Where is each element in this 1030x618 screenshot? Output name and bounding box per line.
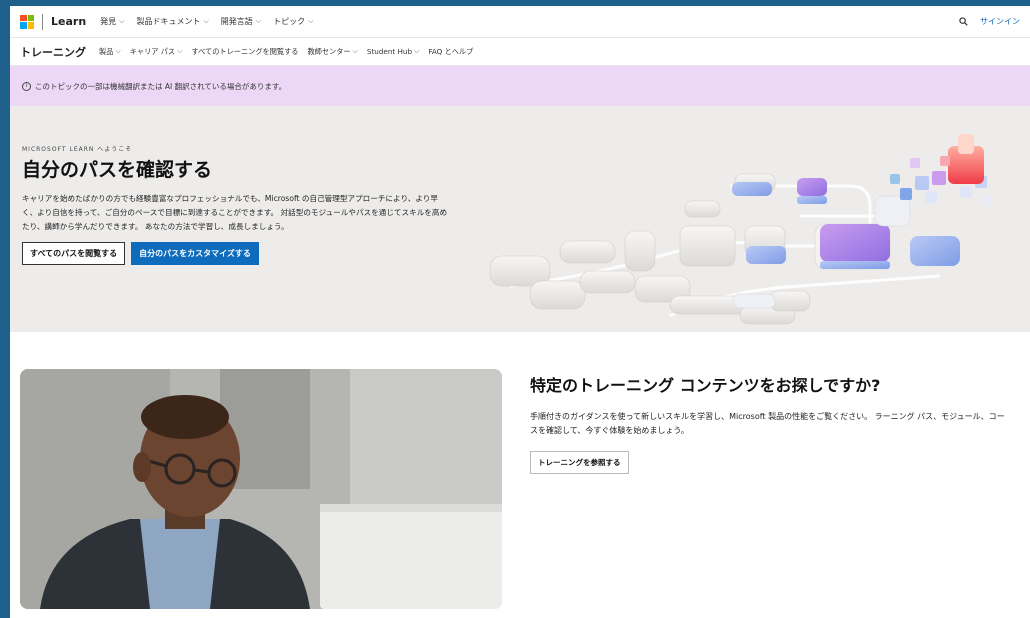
promo-title: 特定のトレーニング コンテンツをお探しですか?	[530, 376, 881, 395]
hero-body: キャリアを始めたばかりの方でも経験豊富なプロフェッショナルでも、Microsof…	[22, 194, 448, 231]
subnav-products[interactable]: 製品 ⌵	[99, 47, 121, 57]
learner-photo	[20, 369, 502, 609]
hero-eyebrow: MICROSOFT LEARN へようこそ	[22, 146, 133, 153]
subnav-browse-all[interactable]: すべてのトレーニングを閲覧する	[191, 47, 298, 57]
sign-in-link[interactable]: サインイン	[980, 16, 1020, 27]
chevron-down-icon: ⌵	[308, 17, 314, 25]
customize-path-button[interactable]: 自分のパスをカスタマイズする	[131, 242, 259, 265]
info-icon: i	[22, 81, 31, 91]
browse-training-button[interactable]: トレーニングを参照する	[530, 451, 629, 474]
browser-page: Learn 発見 ⌵ 製品ドキュメント ⌵ 開発言語 ⌵ トピック ⌵ サインイ…	[10, 6, 1030, 618]
subnav-career-paths[interactable]: キャリア パス ⌵	[130, 47, 183, 57]
nav-discover[interactable]: 発見 ⌵	[100, 16, 124, 27]
chevron-down-icon: ⌵	[115, 47, 121, 55]
subnav-faq-help[interactable]: FAQ とヘルプ	[428, 47, 473, 57]
hero-path-illustration	[489, 134, 992, 325]
chevron-down-icon: ⌵	[414, 47, 420, 55]
chevron-down-icon: ⌵	[352, 47, 358, 55]
subnav-educator-center[interactable]: 教師センター ⌵	[307, 47, 357, 57]
chevron-down-icon: ⌵	[255, 17, 262, 25]
translation-notice-text: このトピックの一部は機械翻訳または AI 翻訳されている場合があります。	[35, 81, 287, 91]
hero-section: MICROSOFT LEARN へようこそ 自分のパスを確認する キャリアを始め…	[10, 106, 1030, 332]
chevron-down-icon: ⌵	[203, 17, 209, 25]
promo-body: 手順付きのガイダンスを使って新しいスキルを学習し、Microsoft 製品の性能…	[530, 412, 1005, 435]
training-nav-title[interactable]: トレーニング	[20, 44, 86, 60]
subnav-student-hub-label: Student Hub	[366, 47, 413, 56]
global-nav: 発見 ⌵ 製品ドキュメント ⌵ 開発言語 ⌵ トピック ⌵	[100, 16, 313, 27]
learn-brand-link[interactable]: Learn	[51, 15, 86, 28]
nav-dev-languages[interactable]: 開発言語 ⌵	[221, 16, 261, 27]
hero-buttons: すべてのパスを閲覧する 自分のパスをカスタマイズする	[22, 242, 452, 265]
microsoft-logo[interactable]	[20, 14, 34, 29]
nav-topics[interactable]: トピック ⌵	[273, 16, 313, 27]
nav-product-docs-label: 製品ドキュメント	[136, 17, 201, 26]
subnav-educator-center-label: 教師センター	[307, 46, 351, 56]
subnav-products-label: 製品	[99, 46, 114, 56]
hero-title: 自分のパスを確認する	[22, 159, 213, 181]
nav-topics-label: トピック	[273, 17, 306, 26]
chevron-down-icon: ⌵	[177, 47, 183, 55]
header-divider	[42, 13, 43, 30]
nav-dev-languages-label: 開発言語	[220, 17, 253, 26]
hero-text: MICROSOFT LEARN へようこそ 自分のパスを確認する キャリアを始め…	[22, 144, 452, 265]
browse-all-paths-button[interactable]: すべてのパスを閲覧する	[22, 242, 126, 265]
training-nav: トレーニング 製品 ⌵ キャリア パス ⌵ すべてのトレーニングを閲覧する 教師…	[10, 38, 1030, 66]
chevron-down-icon: ⌵	[119, 17, 125, 25]
subnav-faq-help-label: FAQ とヘルプ	[428, 46, 474, 56]
subnav-browse-all-label: すべてのトレーニングを閲覧する	[191, 46, 299, 56]
translation-notice: i このトピックの一部は機械翻訳または AI 翻訳されている場合があります。	[10, 66, 1030, 106]
content-section: 特定のトレーニング コンテンツをお探しですか? 手順付きのガイダンスを使って新し…	[10, 332, 1030, 618]
nav-product-docs[interactable]: 製品ドキュメント ⌵	[136, 16, 208, 27]
subnav-student-hub[interactable]: Student Hub ⌵	[367, 47, 419, 56]
nav-discover-label: 発見	[100, 17, 117, 26]
promo-panel: 特定のトレーニング コンテンツをお探しですか? 手順付きのガイダンスを使って新し…	[530, 372, 1010, 474]
header-actions: サインイン	[959, 16, 1020, 27]
global-header: Learn 発見 ⌵ 製品ドキュメント ⌵ 開発言語 ⌵ トピック ⌵ サインイ…	[10, 6, 1030, 38]
search-icon[interactable]	[959, 17, 968, 26]
subnav-career-paths-label: キャリア パス	[129, 46, 176, 56]
